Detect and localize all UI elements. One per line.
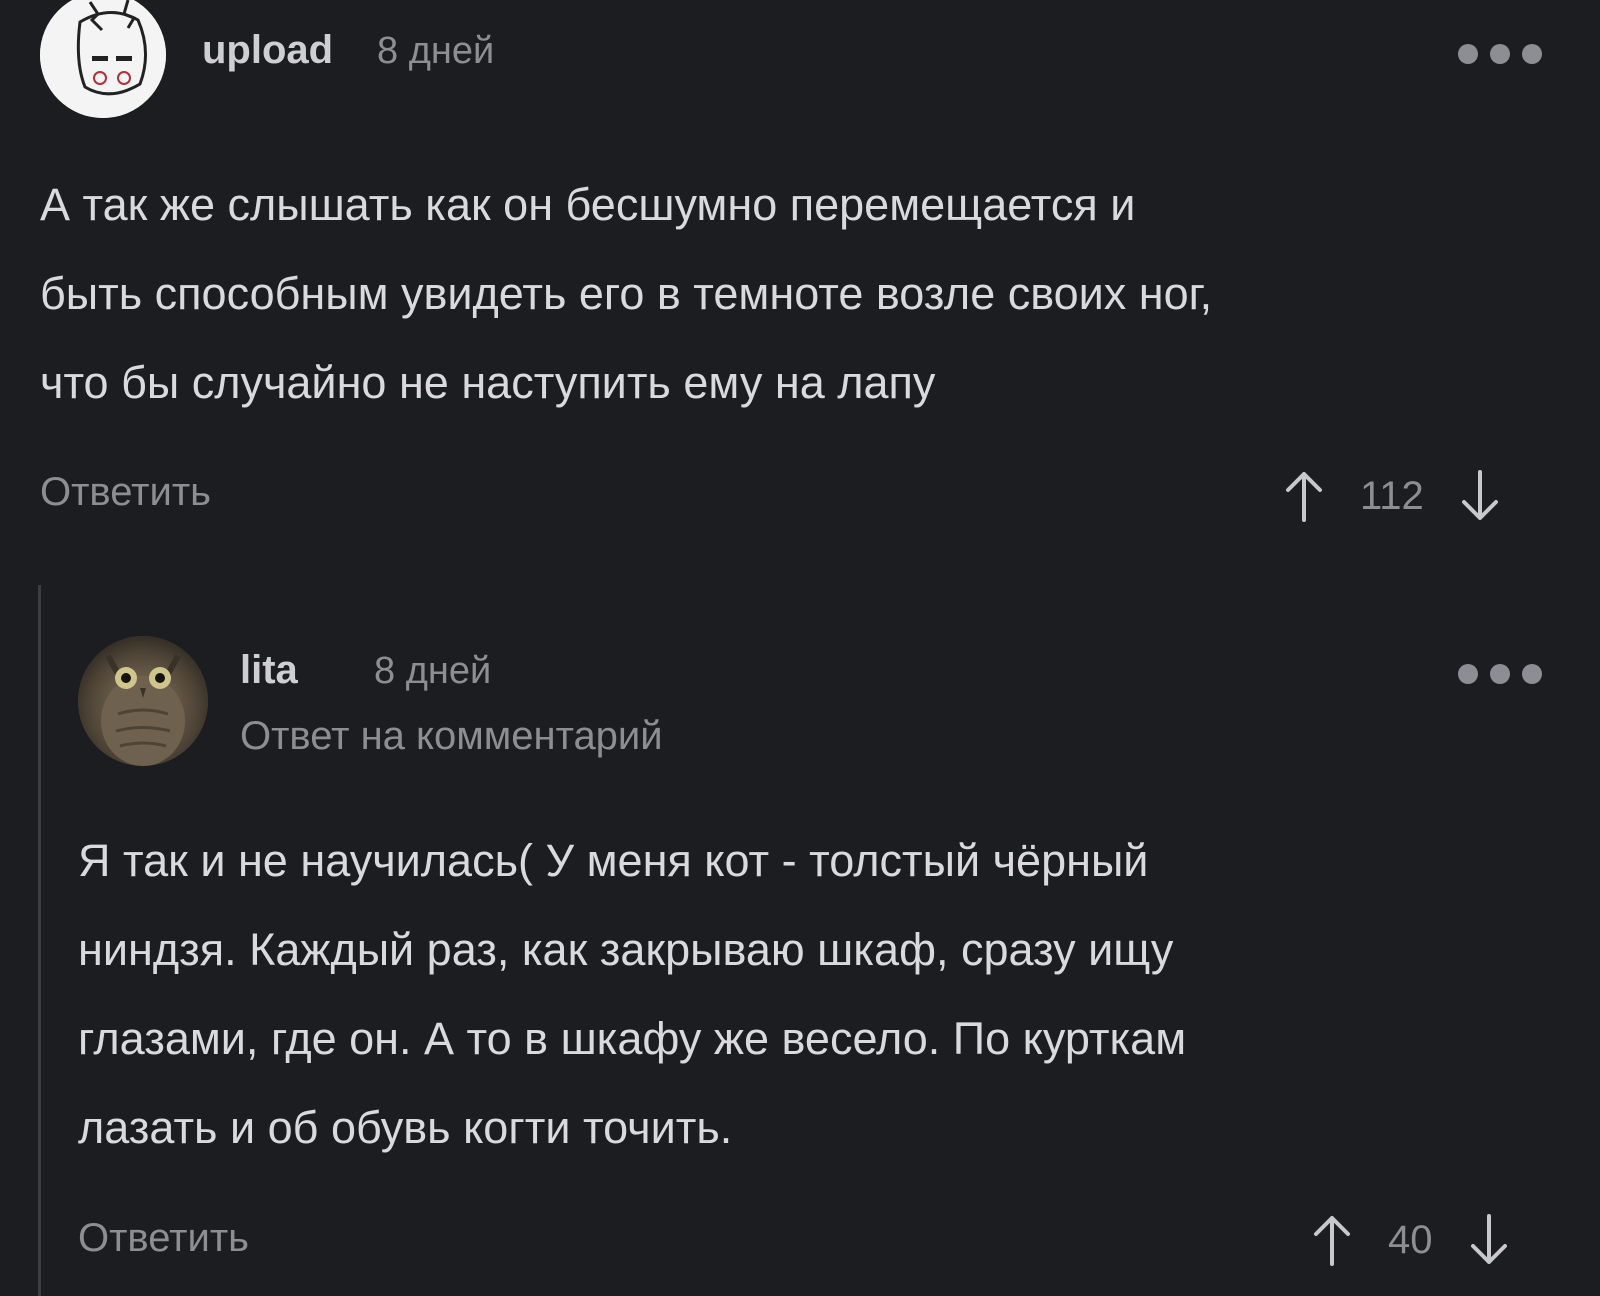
cartoon-face-avatar-icon bbox=[40, 0, 166, 118]
comment-time: 8 дней bbox=[374, 650, 492, 692]
owl-photo-avatar-icon bbox=[78, 636, 208, 766]
arrow-up-icon[interactable] bbox=[1312, 1214, 1352, 1266]
comment-author[interactable]: upload bbox=[202, 28, 333, 73]
comment-author[interactable]: lita bbox=[240, 648, 298, 693]
arrow-down-icon[interactable] bbox=[1469, 1214, 1509, 1266]
reply-to-label[interactable]: Ответ на комментарий bbox=[240, 714, 663, 759]
comment-body-line: глазами, где он. А то в шкафу же весело.… bbox=[78, 1013, 1187, 1064]
comment-body-line: быть способным увидеть его в темноте воз… bbox=[40, 268, 1213, 319]
comment-body: Я так и не научилась( У меня кот - толст… bbox=[78, 816, 1186, 1172]
comment-time: 8 дней bbox=[377, 30, 495, 72]
comment-upload: upload 8 дней А так же слышать как он бе… bbox=[40, 0, 1560, 560]
reply-button[interactable]: Ответить bbox=[40, 470, 211, 515]
comment-body-line: Я так и не научилась( У меня кот - толст… bbox=[78, 835, 1149, 886]
comment-body-line: лазать и об обувь когти точить. bbox=[78, 1102, 733, 1153]
arrow-up-icon[interactable] bbox=[1284, 470, 1324, 522]
vote-controls: 40 bbox=[1312, 1214, 1509, 1266]
more-dots-icon[interactable] bbox=[1458, 662, 1542, 686]
more-dots-icon[interactable] bbox=[1458, 42, 1542, 66]
comment-lita: lita 8 дней Ответ на комментарий Я так и… bbox=[78, 636, 1560, 1296]
comment-body: А так же слышать как он бесшумно перемещ… bbox=[40, 160, 1212, 427]
comment-body-line: ниндзя. Каждый раз, как закрываю шкаф, с… bbox=[78, 924, 1174, 975]
vote-score: 112 bbox=[1360, 473, 1424, 518]
user-avatar[interactable] bbox=[78, 636, 208, 766]
arrow-down-icon[interactable] bbox=[1460, 470, 1500, 522]
vote-score: 40 bbox=[1388, 1217, 1433, 1262]
thread-line bbox=[38, 585, 41, 1296]
user-avatar[interactable] bbox=[40, 0, 166, 118]
reply-button[interactable]: Ответить bbox=[78, 1216, 249, 1261]
comment-body-line: что бы случайно не наступить ему на лапу bbox=[40, 357, 936, 408]
comment-body-line: А так же слышать как он бесшумно перемещ… bbox=[40, 179, 1136, 230]
vote-controls: 112 bbox=[1284, 470, 1500, 522]
